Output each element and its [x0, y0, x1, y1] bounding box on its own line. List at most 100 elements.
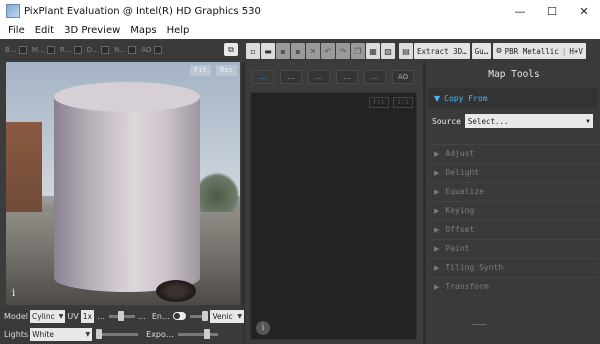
toggle-base[interactable]: B… — [5, 46, 27, 54]
pbr-metallic-button[interactable]: ⚙ PBR Metallic | H+V — [493, 43, 586, 59]
delete-icon[interactable]: ✕ — [306, 43, 320, 59]
viewport-toolbar: B… M… R… D… N… AO ⧉ — [0, 40, 244, 60]
environment-slider-knob[interactable] — [201, 310, 208, 321]
collapsed-triangle-icon: ▶ — [434, 168, 440, 177]
chevron-down-icon: ▼ — [85, 330, 91, 338]
preview-cylinder — [54, 97, 200, 292]
section-copy-from-label: Copy From — [444, 93, 488, 103]
environment-toggle[interactable] — [172, 312, 186, 320]
tab-map-3[interactable]: … — [308, 70, 330, 84]
save-icon[interactable]: ▪ — [276, 43, 290, 59]
menu-3d-preview[interactable]: 3D Preview — [60, 25, 124, 36]
exposure-slider-knob[interactable] — [203, 328, 210, 339]
metallic-checkbox[interactable] — [46, 46, 55, 54]
close-button[interactable]: ✕ — [568, 0, 600, 22]
fit-button[interactable]: Fit — [190, 65, 211, 76]
undo-icon[interactable]: ↶ — [321, 43, 335, 59]
gu-button[interactable]: Gu… — [471, 43, 492, 59]
section-delight[interactable]: ▶ Delight — [428, 163, 598, 181]
splitter-left[interactable] — [242, 62, 245, 344]
toggle-displacement[interactable]: D… — [87, 46, 110, 54]
ao-checkbox[interactable] — [153, 46, 162, 54]
source-select[interactable]: Select... ▼ — [464, 114, 593, 128]
panel-footer-divider — [472, 324, 486, 325]
exposure-label: Expo… — [146, 329, 174, 339]
uv-more[interactable]: … — [97, 312, 105, 321]
res-button[interactable]: Res — [216, 65, 237, 76]
menu-bar: File Edit 3D Preview Maps Help — [0, 22, 600, 39]
menu-file[interactable]: File — [4, 25, 29, 36]
window-title: PixPlant Evaluation @ Intel(R) HD Graphi… — [24, 5, 261, 17]
base-checkbox[interactable] — [18, 46, 27, 54]
section-keying[interactable]: ▶ Keying — [428, 201, 598, 219]
section-adjust[interactable]: ▶ Adjust — [428, 144, 598, 162]
menu-help[interactable]: Help — [163, 25, 194, 36]
collapsed-triangle-icon: ▶ — [434, 225, 440, 234]
chevron-down-icon: ▼ — [58, 312, 64, 320]
model-select[interactable]: Cylinc ▼ — [30, 309, 66, 323]
map-canvas[interactable]: Fit 1:1 i — [250, 92, 417, 340]
environment-select[interactable]: Venic ▼ — [210, 309, 244, 323]
lights-select[interactable]: White ▼ — [30, 327, 93, 341]
minimize-button[interactable]: — — [504, 0, 536, 22]
tab-map-2[interactable]: … — [280, 70, 302, 84]
section-copy-from[interactable]: ▼ Copy From — [428, 88, 598, 108]
section-offset[interactable]: ▶ Offset — [428, 220, 598, 238]
save-as-icon[interactable]: ▪ — [291, 43, 305, 59]
model-label: Model — [4, 311, 29, 321]
section-tiling-synth[interactable]: ▶ Tiling Synth — [428, 258, 598, 276]
new-file-icon[interactable]: ▫ — [246, 43, 260, 59]
chevron-down-icon: ▼ — [586, 117, 590, 125]
detach-view-icon[interactable]: ⧉ — [224, 43, 238, 56]
app-icon — [6, 4, 20, 18]
info-icon[interactable]: i — [12, 288, 15, 299]
toggle-metallic[interactable]: M… — [32, 46, 55, 54]
tab-map-4[interactable]: … — [336, 70, 358, 84]
uv-slider-knob[interactable] — [117, 310, 124, 321]
hv-label: H+V — [569, 46, 583, 56]
toggle-ao[interactable]: AO — [141, 46, 162, 54]
open-folder-icon[interactable]: ▬ — [261, 43, 275, 59]
3d-viewport[interactable]: Fit Res i — [6, 62, 240, 305]
expanded-triangle-icon: ▼ — [434, 93, 441, 103]
uv-select[interactable]: 1x — [80, 309, 94, 323]
splitter-right[interactable] — [423, 62, 426, 344]
lights-slider-knob[interactable] — [96, 328, 103, 339]
uv-slider[interactable] — [108, 310, 135, 321]
uv-more-2[interactable]: … — [138, 312, 146, 321]
normal-checkbox[interactable] — [128, 46, 137, 54]
collapsed-triangle-icon: ▶ — [434, 244, 440, 253]
toggle-normal[interactable]: N… — [114, 46, 137, 54]
lights-slider[interactable] — [96, 328, 139, 339]
map-view-panel: … … … … … AO Fit 1:1 i — [246, 62, 422, 344]
collapsed-triangle-icon: ▶ — [434, 149, 440, 158]
extract-3d-button[interactable]: Extract 3D… — [414, 43, 470, 59]
canvas-info-icon[interactable]: i — [256, 321, 270, 335]
section-paint[interactable]: ▶ Paint — [428, 239, 598, 257]
exposure-slider[interactable] — [177, 328, 218, 339]
copy-icon[interactable]: ❐ — [351, 43, 365, 59]
section-transform[interactable]: ▶ Transform — [428, 277, 598, 295]
chevron-down-icon: ▼ — [237, 312, 242, 320]
map-icon[interactable]: ▧ — [381, 43, 395, 59]
canvas-fit-button[interactable]: Fit — [369, 97, 389, 108]
maximize-button[interactable]: ☐ — [536, 0, 568, 22]
map-tabs: … … … … … AO — [252, 70, 420, 84]
menu-maps[interactable]: Maps — [126, 25, 160, 36]
collapsed-triangle-icon: ▶ — [434, 282, 440, 291]
roughness-checkbox[interactable] — [73, 46, 82, 54]
canvas-ratio-button[interactable]: 1:1 — [393, 97, 413, 108]
section-equalize[interactable]: ▶ Equalize — [428, 182, 598, 200]
preview-cylinder-top — [54, 82, 200, 112]
redo-icon[interactable]: ↷ — [336, 43, 350, 59]
comment-icon[interactable]: ▤ — [399, 43, 413, 59]
toggle-roughness[interactable]: R… — [60, 46, 82, 54]
tab-ao[interactable]: AO — [392, 70, 414, 84]
environment-slider[interactable] — [189, 310, 208, 321]
menu-edit[interactable]: Edit — [31, 25, 58, 36]
preview-controls: Model Cylinc ▼ UV 1x … … En… Venic ▼ Light… — [0, 306, 244, 344]
tab-map-1[interactable]: … — [252, 70, 274, 84]
paste-icon[interactable]: ▦ — [366, 43, 380, 59]
displacement-checkbox[interactable] — [101, 46, 110, 54]
tab-map-5[interactable]: … — [364, 70, 386, 84]
